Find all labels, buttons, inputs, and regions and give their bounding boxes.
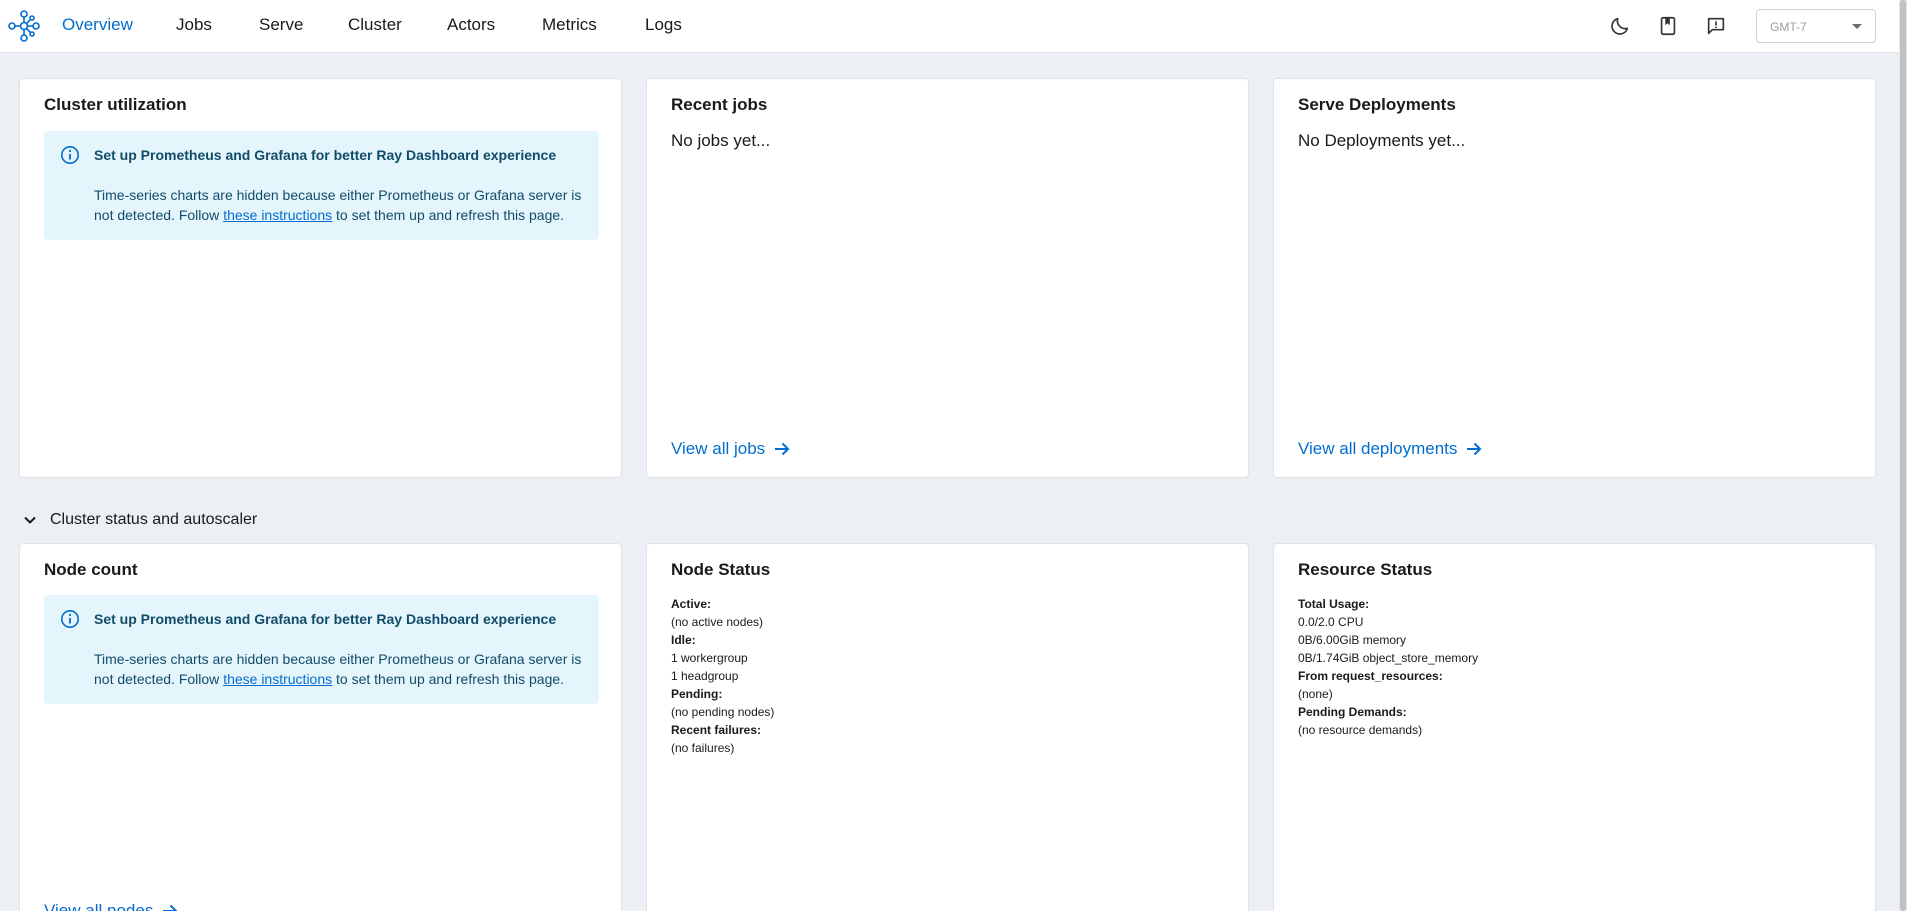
card-title: Node count xyxy=(44,560,138,579)
docs-book-icon[interactable] xyxy=(1655,13,1681,39)
card-title: Node Status xyxy=(671,560,771,579)
recent-jobs-card: Recent jobs No jobs yet... View all jobs xyxy=(646,78,1249,478)
instructions-link[interactable]: these instructions xyxy=(223,671,332,687)
prometheus-alert: Set up Prometheus and Grafana for better… xyxy=(44,131,599,240)
view-all-jobs-label: View all jobs xyxy=(671,439,766,458)
arrow-right-icon xyxy=(1467,442,1482,456)
nav-jobs[interactable]: Jobs xyxy=(176,15,212,35)
alert-title: Set up Prometheus and Grafana for better… xyxy=(94,147,557,163)
node-count-card: Node count Set up Prometheus and Grafana… xyxy=(19,543,622,911)
timezone-select[interactable]: GMT-7 xyxy=(1756,9,1876,43)
page-scrollbar[interactable] xyxy=(1899,0,1907,911)
alert-body: Time-series charts are hidden because ei… xyxy=(94,185,590,225)
feedback-icon[interactable] xyxy=(1703,13,1729,39)
info-icon xyxy=(60,609,80,629)
node-status-list: Active: (no active nodes) Idle: 1 worker… xyxy=(671,595,774,757)
cluster-utilization-card: Cluster utilization Set up Prometheus an… xyxy=(19,78,622,478)
section-label: Cluster status and autoscaler xyxy=(50,511,258,528)
info-icon xyxy=(60,145,80,165)
node-status-card: Node Status Active: (no active nodes) Id… xyxy=(646,543,1249,911)
scrollbar-thumb[interactable] xyxy=(1900,0,1906,911)
status-heading: Total Usage: xyxy=(1298,597,1370,611)
arrow-right-icon xyxy=(163,904,178,911)
card-title: Resource Status xyxy=(1298,560,1433,579)
status-value: (none) xyxy=(1298,687,1333,701)
prometheus-alert: Set up Prometheus and Grafana for better… xyxy=(44,595,599,704)
view-all-nodes-link[interactable]: View all nodes xyxy=(44,901,179,911)
alert-body-text: to set them up and refresh this page. xyxy=(332,207,565,223)
chevron-down-icon xyxy=(24,516,36,524)
nav-cluster[interactable]: Cluster xyxy=(348,15,402,35)
resource-status-list: Total Usage: 0.0/2.0 CPU 0B/6.00GiB memo… xyxy=(1298,595,1478,739)
nav-actors[interactable]: Actors xyxy=(447,15,495,35)
nav-serve[interactable]: Serve xyxy=(259,15,303,35)
status-heading: From request_resources: xyxy=(1298,669,1443,683)
timezone-value: GMT-7 xyxy=(1770,20,1807,34)
empty-deployments-text: No Deployments yet... xyxy=(1298,131,1466,150)
top-nav-bar: Overview Jobs Serve Cluster Actors Metri… xyxy=(0,0,1907,53)
view-all-jobs-link[interactable]: View all jobs xyxy=(671,439,791,459)
cluster-status-section-toggle[interactable]: Cluster status and autoscaler xyxy=(20,510,257,530)
status-value: 1 headgroup xyxy=(671,669,739,683)
status-heading: Recent failures: xyxy=(671,723,762,737)
instructions-link[interactable]: these instructions xyxy=(223,207,332,223)
status-value: 0B/6.00GiB memory xyxy=(1298,633,1407,647)
nav-logs[interactable]: Logs xyxy=(645,15,682,35)
nav-overview[interactable]: Overview xyxy=(62,15,133,35)
nav-metrics[interactable]: Metrics xyxy=(542,15,597,35)
alert-body-text: to set them up and refresh this page. xyxy=(332,671,565,687)
status-value: 1 workergroup xyxy=(671,651,748,665)
status-heading: Idle: xyxy=(671,633,696,647)
status-heading: Active: xyxy=(671,597,712,611)
status-value: (no resource demands) xyxy=(1298,723,1423,737)
resource-status-card: Resource Status Total Usage: 0.0/2.0 CPU… xyxy=(1273,543,1876,911)
status-value: (no pending nodes) xyxy=(671,705,775,719)
status-heading: Pending Demands: xyxy=(1298,705,1407,719)
card-title: Cluster utilization xyxy=(44,95,187,114)
card-title: Recent jobs xyxy=(671,95,768,114)
empty-jobs-text: No jobs yet... xyxy=(671,131,771,150)
serve-deployments-card: Serve Deployments No Deployments yet... … xyxy=(1273,78,1876,478)
view-all-deployments-link[interactable]: View all deployments xyxy=(1298,439,1483,459)
chevron-down-icon xyxy=(1852,24,1862,29)
status-value: 0B/1.74GiB object_store_memory xyxy=(1298,651,1479,665)
alert-body: Time-series charts are hidden because ei… xyxy=(94,649,590,689)
view-all-nodes-label: View all nodes xyxy=(44,901,154,911)
card-title: Serve Deployments xyxy=(1298,95,1456,114)
ray-logo-icon[interactable] xyxy=(8,10,40,42)
arrow-right-icon xyxy=(775,442,790,456)
status-value: 0.0/2.0 CPU xyxy=(1298,615,1364,629)
status-value: (no failures) xyxy=(671,741,735,755)
moon-icon[interactable] xyxy=(1607,13,1633,39)
status-heading: Pending: xyxy=(671,687,723,701)
status-value: (no active nodes) xyxy=(671,615,764,629)
alert-title: Set up Prometheus and Grafana for better… xyxy=(94,611,557,627)
view-all-deployments-label: View all deployments xyxy=(1298,439,1458,458)
